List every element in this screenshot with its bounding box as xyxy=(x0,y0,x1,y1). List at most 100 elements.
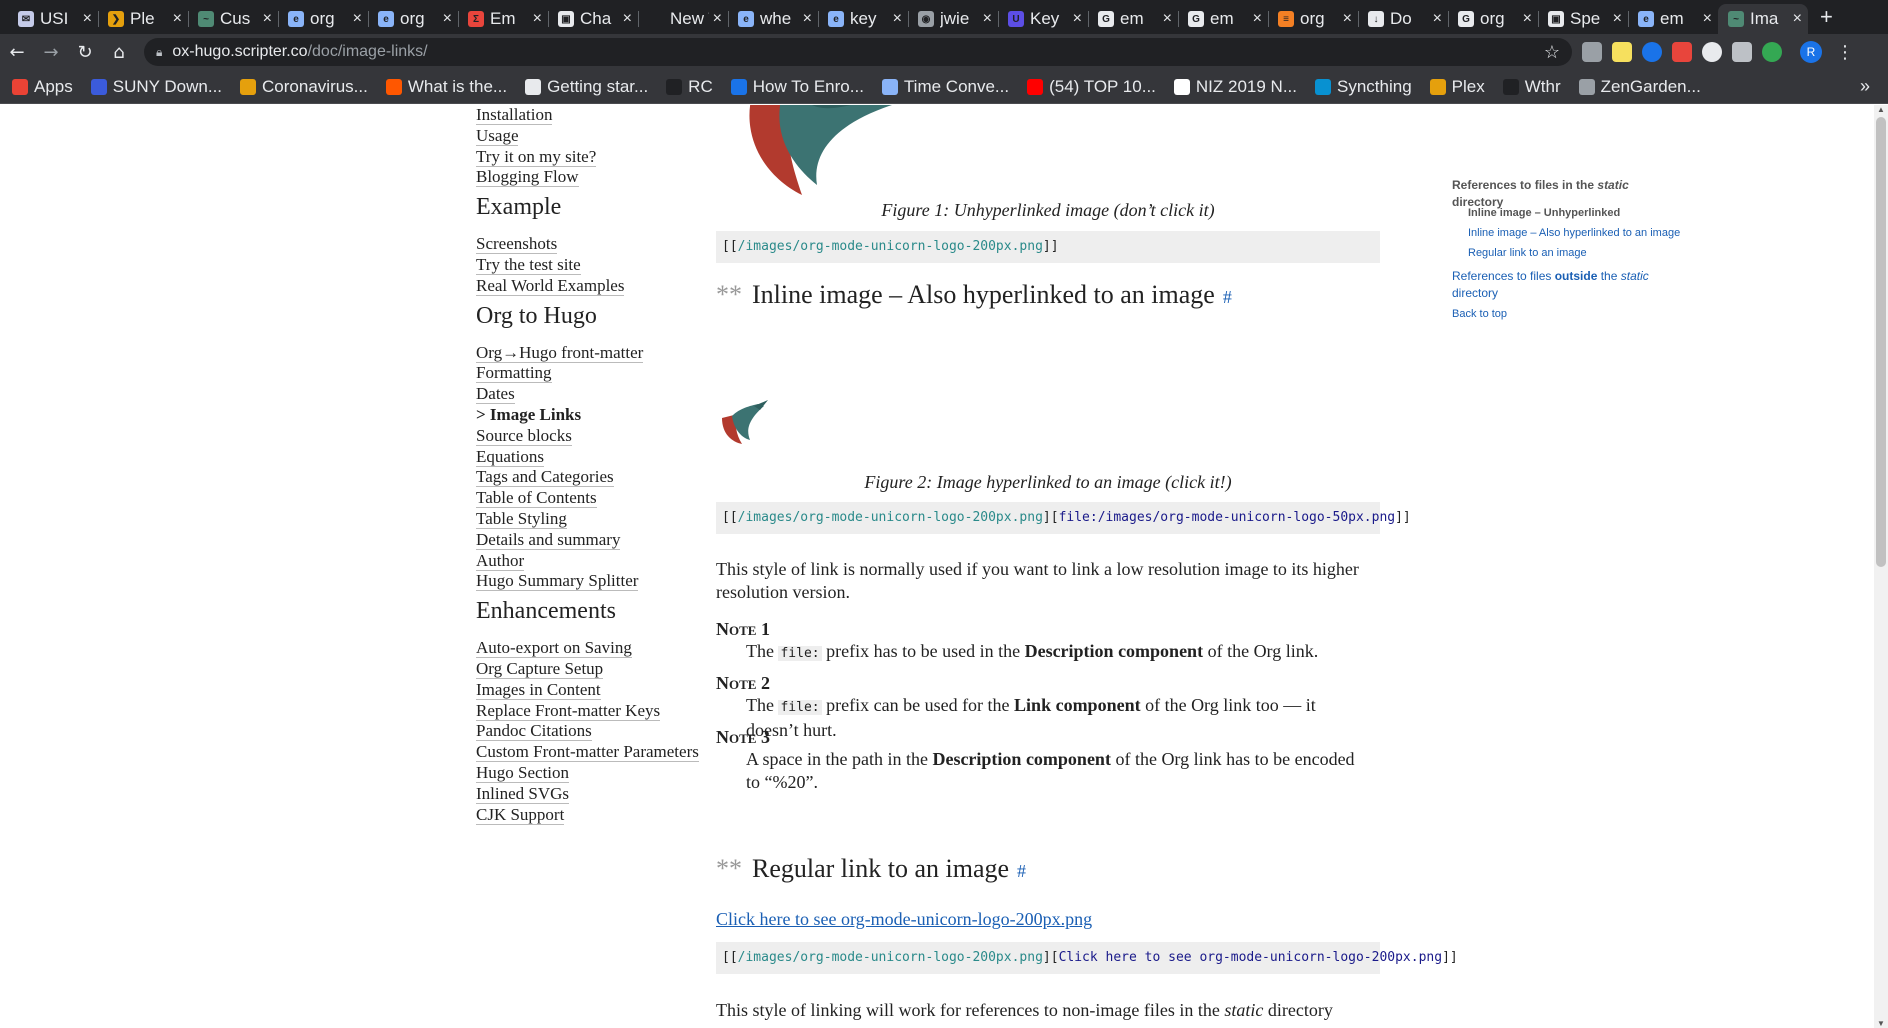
tab-close-icon[interactable]: × xyxy=(1523,10,1532,28)
browser-tab[interactable]: ▣ Spe × xyxy=(1538,4,1628,34)
unicorn-logo-small-link[interactable] xyxy=(720,400,768,446)
address-bar[interactable]: 🔒︎ ox-hugo.scripter.co/doc/image-links/ … xyxy=(144,38,1572,66)
url-text[interactable]: ox-hugo.scripter.co/doc/image-links/ xyxy=(172,43,1543,61)
bookmark-item[interactable]: Plex xyxy=(1429,77,1485,97)
sidebar-item[interactable]: Images in Content xyxy=(476,680,601,700)
tab-close-icon[interactable]: × xyxy=(803,10,812,28)
browser-tab[interactable]: ❯ Ple × xyxy=(98,4,188,34)
new-tab-button[interactable]: + xyxy=(1808,4,1845,34)
bookmark-item[interactable]: ZenGarden... xyxy=(1578,77,1701,97)
tab-close-icon[interactable]: × xyxy=(353,10,362,28)
toc-item-inline-hyperlinked[interactable]: Inline image – Also hyperlinked to an im… xyxy=(1468,225,1680,242)
sidebar-item[interactable]: Org→Hugo front-matter xyxy=(476,343,644,363)
extension-icon-2[interactable] xyxy=(1612,42,1632,62)
extension-icon-7[interactable] xyxy=(1762,42,1782,62)
browser-tab[interactable]: ✉ USI × xyxy=(8,4,98,34)
tab-close-icon[interactable]: × xyxy=(1253,10,1262,28)
sidebar-item[interactable]: Try the test site xyxy=(476,255,581,275)
browser-tab[interactable]: ≡ org × xyxy=(1268,4,1358,34)
sidebar-item[interactable]: Auto-export on Saving xyxy=(476,638,632,659)
sidebar-item[interactable]: Author xyxy=(476,551,525,571)
tab-close-icon[interactable]: × xyxy=(713,10,722,28)
tab-close-icon[interactable]: × xyxy=(533,10,542,28)
tab-close-icon[interactable]: × xyxy=(893,10,902,28)
bookmark-item[interactable]: SUNY Down... xyxy=(90,77,222,97)
browser-tab[interactable]: ~ Cus × xyxy=(188,4,278,34)
bookmark-star-icon[interactable]: ☆ xyxy=(1544,42,1560,63)
back-arrow-icon[interactable]: ← xyxy=(0,37,34,67)
browser-tab[interactable]: e em × xyxy=(1628,4,1718,34)
tab-close-icon[interactable]: × xyxy=(263,10,272,28)
sidebar-item[interactable]: Org Capture Setup xyxy=(476,659,604,679)
sidebar-item[interactable]: Installation xyxy=(476,105,553,125)
sidebar-item[interactable]: Equations xyxy=(476,447,544,467)
toc-item-regular-link[interactable]: Regular link to an image xyxy=(1468,245,1587,262)
sidebar-item[interactable]: Table Styling xyxy=(476,509,567,529)
sidebar-item[interactable]: Dates xyxy=(476,384,515,405)
browser-tab[interactable]: Σ Em × xyxy=(458,4,548,34)
sidebar-item[interactable]: Try it on my site? xyxy=(476,147,597,167)
tab-close-icon[interactable]: × xyxy=(1343,10,1352,28)
sidebar-item[interactable]: Formatting xyxy=(476,363,552,384)
bookmark-item[interactable]: RC xyxy=(666,77,713,97)
bookmark-item[interactable]: Coronavirus... xyxy=(240,77,368,97)
sidebar-item[interactable]: Custom Front-matter Parameters xyxy=(476,742,699,763)
browser-tab[interactable]: e org × xyxy=(278,4,368,34)
browser-tab[interactable]: e org × xyxy=(368,4,458,34)
bookmark-item[interactable]: What is the... xyxy=(385,77,507,97)
browser-tab[interactable]: e key × xyxy=(818,4,908,34)
tab-close-icon[interactable]: × xyxy=(443,10,452,28)
browser-tab[interactable]: Gorg × xyxy=(1448,4,1538,34)
sidebar-item[interactable]: CJK Support xyxy=(476,805,565,825)
tab-close-icon[interactable]: × xyxy=(1613,10,1622,28)
sidebar-item[interactable]: Replace Front-matter Keys xyxy=(476,701,661,721)
scrollbar-thumb[interactable] xyxy=(1876,117,1886,567)
extension-icon-5[interactable] xyxy=(1702,42,1722,62)
tab-close-icon[interactable]: × xyxy=(1433,10,1442,28)
browser-tab[interactable]: ◉ jwie × xyxy=(908,4,998,34)
toc-back-to-top-link[interactable]: Back to top xyxy=(1452,306,1507,323)
sidebar-item-current[interactable]: > Image Links xyxy=(476,405,581,424)
browser-tab[interactable]: Gem × xyxy=(1178,4,1268,34)
extension-icon-3[interactable] xyxy=(1642,42,1662,62)
sidebar-item[interactable]: Hugo Summary Splitter xyxy=(476,571,639,592)
bookmark-item[interactable]: Wthr xyxy=(1502,77,1561,97)
sidebar-item[interactable]: Screenshots xyxy=(476,234,558,255)
regular-image-link[interactable]: Click here to see org-mode-unicorn-logo-… xyxy=(716,907,1092,931)
browser-tab[interactable]: ~ Ima × xyxy=(1718,4,1808,34)
kebab-menu-icon[interactable]: ⋮ xyxy=(1836,42,1854,63)
sidebar-item[interactable]: Tags and Categories xyxy=(476,467,614,488)
bookmark-item[interactable]: (54) TOP 10... xyxy=(1027,77,1156,97)
sidebar-item[interactable]: Hugo Section xyxy=(476,763,570,783)
extension-icon-6[interactable] xyxy=(1732,42,1752,62)
tab-close-icon[interactable]: × xyxy=(83,10,92,28)
tab-close-icon[interactable]: × xyxy=(173,10,182,28)
browser-tab[interactable]: New T× xyxy=(638,4,728,34)
scroll-up-arrow-icon[interactable]: ▲ xyxy=(1877,105,1885,114)
heading-anchor-link[interactable]: # xyxy=(1223,287,1232,307)
sidebar-item[interactable]: Pandoc Citations xyxy=(476,721,592,742)
home-icon[interactable]: ⌂ xyxy=(102,37,136,67)
sidebar-item[interactable]: Real World Examples xyxy=(476,276,625,296)
browser-tab[interactable]: ▣ Cha × xyxy=(548,4,638,34)
bookmark-item[interactable]: Time Conve... xyxy=(881,77,1009,97)
bookmark-item[interactable]: Syncthing xyxy=(1315,77,1412,97)
browser-tab[interactable]: Gem × xyxy=(1088,4,1178,34)
toc-item-unhyperlinked[interactable]: Inline image – Unhyperlinked xyxy=(1468,205,1620,222)
browser-tab[interactable]: ↓ Do × xyxy=(1358,4,1448,34)
extension-icon-4[interactable] xyxy=(1672,42,1692,62)
profile-avatar[interactable]: R xyxy=(1800,41,1822,63)
tab-close-icon[interactable]: × xyxy=(623,10,632,28)
toc-item-outside-static[interactable]: References to files outside the static d… xyxy=(1452,268,1649,302)
extension-icon-1[interactable] xyxy=(1582,42,1602,62)
forward-arrow-icon[interactable]: → xyxy=(34,37,68,67)
bookmark-item[interactable]: Getting star... xyxy=(525,77,648,97)
sidebar-item[interactable]: Usage xyxy=(476,126,519,146)
sidebar-item[interactable]: Inlined SVGs xyxy=(476,784,570,804)
tab-close-icon[interactable]: × xyxy=(1703,10,1712,28)
bookmarks-overflow-icon[interactable]: » xyxy=(1860,76,1870,97)
tab-close-icon[interactable]: × xyxy=(1073,10,1082,28)
browser-tab[interactable]: e whe × xyxy=(728,4,818,34)
page-scrollbar[interactable]: ▲ ▼ xyxy=(1874,105,1888,1028)
tab-close-icon[interactable]: × xyxy=(1793,10,1802,28)
